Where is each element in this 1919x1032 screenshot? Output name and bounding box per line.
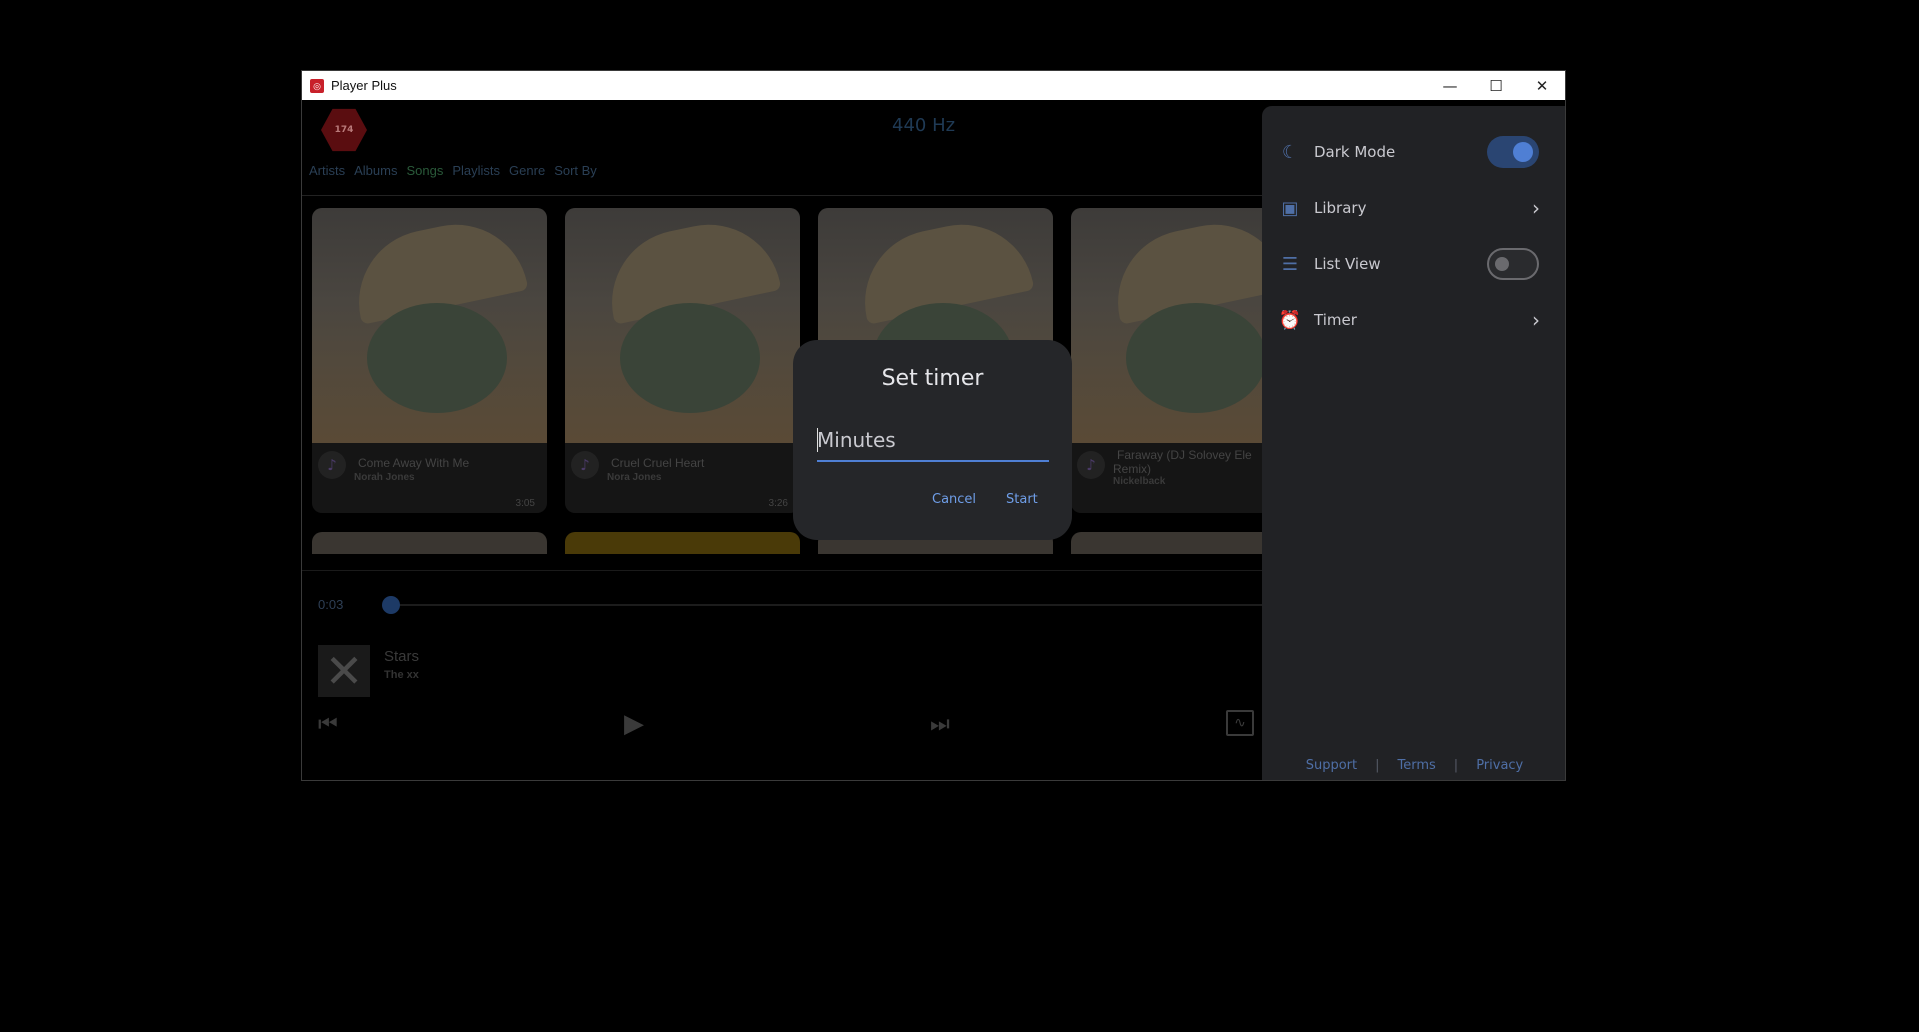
- now-playing-artist: The xx: [384, 669, 419, 681]
- seek-bar[interactable]: [388, 604, 1262, 606]
- window-controls: — ☐ ✕: [1427, 71, 1565, 100]
- settings-panel: ☾ Dark Mode ▣ Library › ☰ List View ⏰ Ti…: [1262, 106, 1565, 780]
- list-view-toggle[interactable]: [1487, 248, 1539, 280]
- menu-label: Dark Mode: [1314, 143, 1396, 161]
- minutes-input[interactable]: [817, 420, 1049, 462]
- privacy-link[interactable]: Privacy: [1476, 758, 1523, 773]
- song-card[interactable]: [1071, 532, 1262, 554]
- window-title: Player Plus: [331, 78, 397, 93]
- menu-item-library[interactable]: ▣ Library ›: [1262, 188, 1565, 228]
- alarm-icon: ⏰: [1278, 309, 1302, 331]
- music-note-icon: ♪: [318, 451, 346, 479]
- song-card[interactable]: ♪ Faraway (DJ Solovey Ele Remix) Nickelb…: [1071, 208, 1262, 513]
- toggle-knob: [1495, 257, 1509, 271]
- main-area: 174 440 Hz Artists Albums Songs Playlist…: [302, 100, 1262, 780]
- song-title: Come Away With Me: [358, 456, 470, 470]
- skip-previous-icon[interactable]: ⏮: [318, 712, 338, 737]
- menu-label: List View: [1314, 255, 1381, 273]
- frequency-label[interactable]: 440 Hz: [892, 115, 955, 136]
- music-note-icon: ♪: [1077, 451, 1105, 479]
- song-title-line2: Remix): [1113, 462, 1151, 476]
- now-playing-title: Stars: [384, 648, 420, 665]
- song-artist: Nora Jones: [607, 472, 662, 483]
- minimize-button[interactable]: —: [1427, 71, 1473, 100]
- song-card[interactable]: [312, 532, 547, 554]
- start-button[interactable]: Start: [1006, 492, 1038, 507]
- album-art: [565, 208, 800, 443]
- text-cursor: [817, 428, 818, 452]
- separator: |: [1375, 758, 1380, 773]
- chevron-right-icon: ›: [1532, 196, 1540, 220]
- moon-icon: ☾: [1281, 141, 1299, 163]
- music-note-icon: ♪: [571, 451, 599, 479]
- dialog-title: Set timer: [881, 366, 984, 391]
- chevron-right-icon: ›: [1532, 308, 1540, 332]
- list-icon: ☰: [1281, 253, 1299, 275]
- song-duration: 3:26: [768, 498, 788, 509]
- support-link[interactable]: Support: [1306, 758, 1357, 773]
- nav-genre[interactable]: Genre: [509, 163, 545, 178]
- toggle-knob: [1513, 142, 1533, 162]
- app-logo-icon: ◎: [310, 78, 324, 93]
- song-artist: Nickelback: [1113, 476, 1166, 487]
- equalizer-icon[interactable]: ∿: [1226, 710, 1254, 736]
- title-bar: ◎ Player Plus — ☐ ✕: [302, 71, 1565, 100]
- terms-link[interactable]: Terms: [1398, 758, 1436, 773]
- menu-item-list-view[interactable]: ☰ List View: [1262, 244, 1565, 284]
- now-playing-art[interactable]: ✕: [318, 645, 370, 697]
- song-title: Cruel Cruel Heart: [611, 456, 705, 470]
- dark-mode-toggle[interactable]: [1487, 136, 1539, 168]
- song-grid: ♪ Come Away With Me Norah Jones 3:05 ♪ C…: [309, 208, 1262, 554]
- category-nav: Artists Albums Songs Playlists Genre Sor…: [309, 163, 597, 178]
- elapsed-time: 0:03: [318, 597, 344, 612]
- album-art: [312, 208, 547, 443]
- play-icon[interactable]: ▶: [624, 709, 644, 739]
- maximize-button[interactable]: ☐: [1473, 71, 1519, 100]
- nav-artists[interactable]: Artists: [309, 163, 345, 178]
- footer-links: Support | Terms | Privacy: [1262, 758, 1565, 773]
- song-card[interactable]: [565, 532, 800, 554]
- header-divider: [302, 195, 1262, 196]
- player-divider: [302, 570, 1262, 571]
- menu-label: Timer: [1314, 311, 1357, 329]
- album-art: [1071, 208, 1262, 443]
- song-card[interactable]: ♪ Come Away With Me Norah Jones 3:05: [312, 208, 547, 513]
- nav-songs[interactable]: Songs: [406, 163, 443, 178]
- library-icon: ▣: [1281, 197, 1299, 219]
- menu-item-dark-mode[interactable]: ☾ Dark Mode: [1262, 132, 1565, 172]
- seek-handle[interactable]: [382, 596, 400, 614]
- nav-sort-by[interactable]: Sort By: [554, 163, 597, 178]
- song-artist: Norah Jones: [354, 472, 415, 483]
- menu-label: Library: [1314, 199, 1367, 217]
- skip-next-icon[interactable]: ⏭: [930, 712, 950, 737]
- cancel-button[interactable]: Cancel: [932, 492, 976, 507]
- menu-item-timer[interactable]: ⏰ Timer ›: [1262, 300, 1565, 340]
- nav-playlists[interactable]: Playlists: [452, 163, 500, 178]
- nav-albums[interactable]: Albums: [354, 163, 397, 178]
- separator: |: [1453, 758, 1459, 773]
- set-timer-dialog: Set timer Cancel Start: [793, 340, 1072, 540]
- brand-logo[interactable]: 174: [321, 108, 367, 152]
- song-card[interactable]: ♪ Cruel Cruel Heart Nora Jones 3:26: [565, 208, 800, 513]
- close-button[interactable]: ✕: [1519, 71, 1565, 100]
- logo-text: 174: [334, 125, 354, 135]
- song-title: Faraway (DJ Solovey Ele: [1117, 448, 1252, 462]
- song-duration: 3:05: [515, 498, 535, 509]
